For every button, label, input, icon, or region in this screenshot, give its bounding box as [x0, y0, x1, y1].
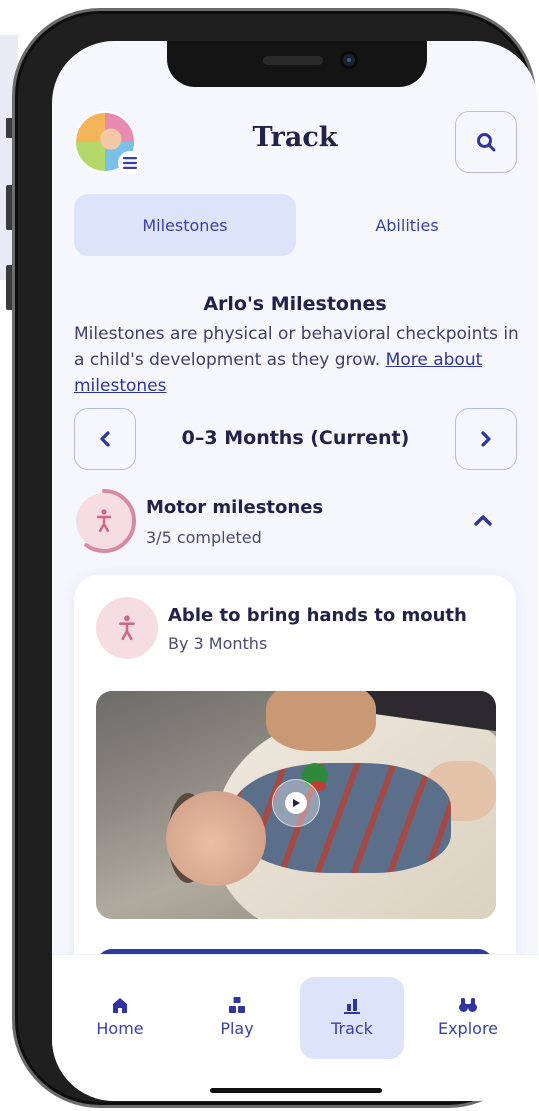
chevron-left-icon: [100, 431, 110, 447]
child-figure-icon: [96, 597, 158, 659]
nav-track[interactable]: Track: [300, 977, 404, 1059]
previous-period-button[interactable]: [74, 408, 136, 470]
camera: [340, 51, 358, 69]
progress-ring: [72, 489, 136, 553]
nav-explore[interactable]: Explore: [416, 977, 520, 1059]
nav-play[interactable]: Play: [185, 977, 289, 1059]
video-baby-head: [166, 791, 266, 886]
screen: Track Milestones Abilities Arlo's Milest…: [52, 41, 538, 1101]
section-description: Milestones are physical or behavioral ch…: [74, 321, 520, 399]
nav-home-label: Home: [96, 1019, 144, 1038]
category-title: Motor milestones: [146, 497, 324, 518]
play-icon: [285, 792, 307, 814]
milestone-subtitle: By 3 Months: [168, 634, 268, 653]
tab-abilities[interactable]: Abilities: [296, 194, 518, 256]
milestone-card[interactable]: Able to bring hands to mouth By 3 Months: [74, 575, 516, 995]
search-button[interactable]: [455, 111, 517, 173]
home-icon: [113, 998, 127, 1013]
speaker: [263, 56, 323, 65]
nav-track-label: Track: [331, 1019, 373, 1038]
next-period-button[interactable]: [455, 408, 517, 470]
milestone-title: Able to bring hands to mouth: [168, 605, 467, 626]
bottom-nav: Home Play Track Explore: [52, 954, 538, 1101]
chevron-up-icon[interactable]: [472, 510, 494, 530]
section-title: Arlo's Milestones: [203, 293, 387, 315]
category-progress: 3/5 completed: [146, 528, 262, 547]
period-label: 0–3 Months (Current): [181, 427, 410, 449]
blocks-icon: [229, 997, 245, 1013]
chart-icon: [344, 999, 360, 1014]
tab-bar: Milestones Abilities: [74, 194, 518, 256]
video-hand: [266, 691, 376, 751]
chevron-right-icon: [481, 431, 491, 447]
binoculars-icon: [459, 998, 477, 1012]
search-icon: [477, 133, 496, 152]
nav-play-label: Play: [220, 1019, 254, 1038]
video-baby-body: [231, 763, 451, 873]
home-indicator: [210, 1088, 382, 1093]
notch: [167, 41, 427, 87]
phone-frame: Track Milestones Abilities Arlo's Milest…: [12, 8, 538, 1108]
nav-home[interactable]: Home: [68, 977, 172, 1059]
play-button[interactable]: [272, 779, 320, 827]
nav-explore-label: Explore: [437, 1019, 499, 1038]
milestone-video[interactable]: [96, 691, 496, 919]
menu-icon[interactable]: [118, 151, 142, 175]
tab-milestones[interactable]: Milestones: [74, 194, 296, 256]
